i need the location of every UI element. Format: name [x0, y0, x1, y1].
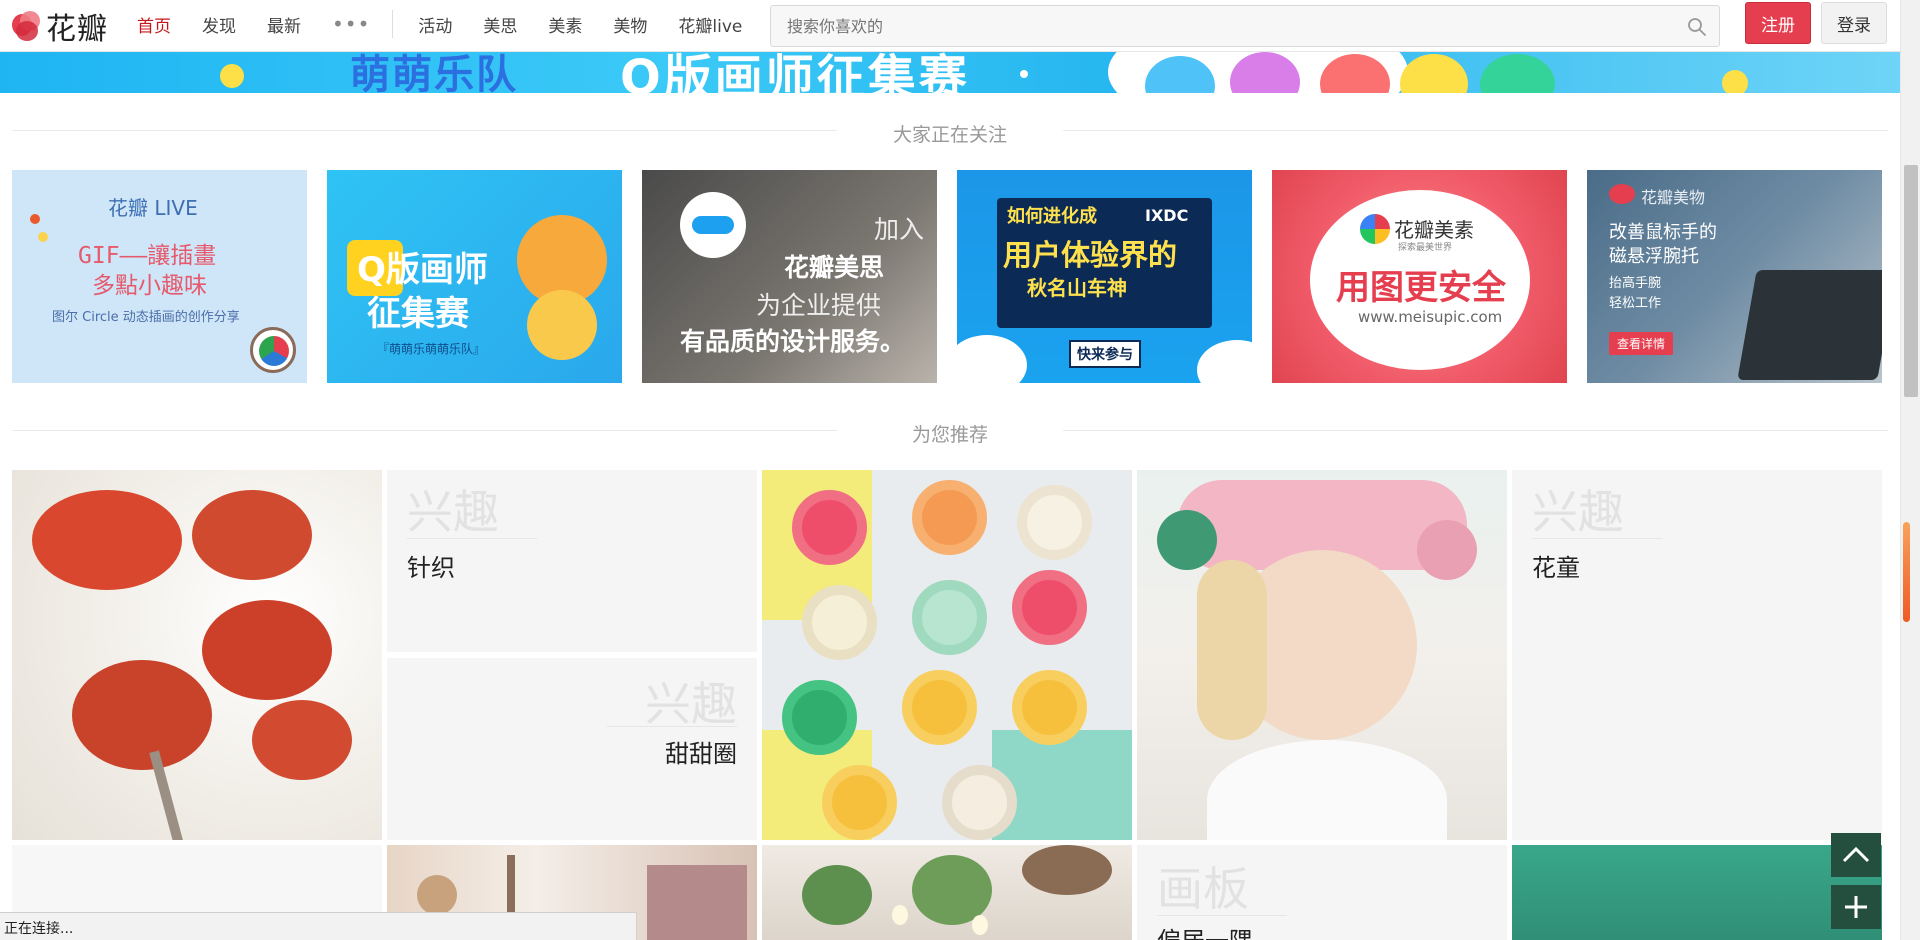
- pin-image-teal[interactable]: [1512, 845, 1882, 940]
- vertical-scrollbar[interactable]: [1900, 0, 1920, 940]
- petal-logo-icon: [10, 11, 42, 41]
- nav-link-meisi[interactable]: 美思: [483, 12, 517, 37]
- main-nav: 首页 发现 最新 ••• 活动 美思 美素 美物 花瓣live: [137, 0, 773, 48]
- interest-tag-donut[interactable]: 兴趣 甜甜圈: [387, 658, 757, 840]
- avatar: [250, 327, 296, 373]
- more-menu-icon[interactable]: •••: [332, 12, 370, 36]
- search-box: [770, 5, 1720, 47]
- pin-image-donuts[interactable]: [762, 470, 1132, 840]
- huaban-homepage: 花瓣 首页 发现 最新 ••• 活动 美思 美素 美物 花瓣live 注册 登录: [0, 0, 1920, 940]
- back-to-top-button[interactable]: [1831, 833, 1881, 877]
- search-input[interactable]: [771, 6, 1651, 46]
- nav-link-activity[interactable]: 活动: [418, 12, 452, 37]
- nav-link-meiwu[interactable]: 美物: [613, 12, 647, 37]
- nav-divider: [392, 10, 394, 38]
- featured-board-live[interactable]: 花瓣 LIVE GIF——讓插畫 多點小趣味 图尔 Circle 动态插画的创作…: [12, 170, 307, 383]
- interest-tag-flower-girl[interactable]: 兴趣 花童: [1512, 470, 1882, 840]
- featured-board-meisi[interactable]: 加入 花瓣美思 为企业提供 有品质的设计服务。: [642, 170, 937, 383]
- tag-kicker: 兴趣: [407, 485, 499, 539]
- tag-kicker: 画板: [1157, 862, 1249, 916]
- nav-link-home[interactable]: 首页: [137, 12, 171, 37]
- pin-image-flower-girl[interactable]: [1137, 470, 1507, 840]
- add-pin-button[interactable]: [1831, 885, 1881, 929]
- featured-board-qban[interactable]: Q版画师 征集赛 『萌萌乐萌萌乐队』: [327, 170, 622, 383]
- nav-link-live[interactable]: 花瓣live: [678, 12, 742, 37]
- browser-status-bar: 正在连接...: [0, 912, 637, 940]
- nav-link-latest[interactable]: 最新: [267, 12, 301, 37]
- interest-tag-knitting[interactable]: 兴趣 针织: [387, 470, 757, 652]
- featured-board-ixdc[interactable]: 如何进化成 IXDC 用户体验界的 秋名山车神 快来参与: [957, 170, 1252, 383]
- scrollbar-thumb[interactable]: [1904, 165, 1918, 397]
- site-logo[interactable]: 花瓣: [10, 7, 108, 47]
- logo-text: 花瓣: [46, 12, 108, 47]
- register-button[interactable]: 注册: [1745, 2, 1811, 44]
- tag-kicker: 兴趣: [1532, 485, 1624, 539]
- top-banner[interactable]: 萌萌乐队 Q版画师征集赛: [0, 52, 1900, 93]
- banner-text-left: 萌萌乐队: [350, 52, 518, 93]
- page-progress-indicator: [1903, 522, 1910, 622]
- featured-board-meisu[interactable]: 花瓣美素 探索最美世界 用图更安全 www.meisupic.com: [1272, 170, 1567, 383]
- featured-section-title: 大家正在关注: [12, 120, 1888, 146]
- pin-image-plants[interactable]: [762, 845, 1132, 940]
- tag-kicker: 兴趣: [645, 677, 737, 731]
- chevron-up-icon: [1842, 846, 1870, 863]
- board-tag-corner[interactable]: 画板 偏居一隅: [1137, 845, 1507, 940]
- top-navigation-bar: 花瓣 首页 发现 最新 ••• 活动 美思 美素 美物 花瓣live 注册 登录: [0, 0, 1900, 52]
- tag-name: 花童: [1532, 554, 1580, 582]
- nav-link-meisu[interactable]: 美素: [548, 12, 582, 37]
- featured-boards: 花瓣 LIVE GIF——讓插畫 多點小趣味 图尔 Circle 动态插画的创作…: [12, 170, 1884, 383]
- tag-name: 针织: [407, 554, 455, 582]
- pin-image-mushrooms[interactable]: [12, 470, 382, 840]
- nav-link-discover[interactable]: 发现: [202, 12, 236, 37]
- featured-board-meiwu[interactable]: 花瓣美物 改善鼠标手的 磁悬浮腕托 抬高手腕 轻松工作 查看详情: [1587, 170, 1882, 383]
- banner-text-right: Q版画师征集赛: [620, 52, 970, 93]
- login-button[interactable]: 登录: [1821, 2, 1887, 44]
- search-icon[interactable]: [1687, 17, 1707, 37]
- recommend-section-title: 为您推荐: [12, 420, 1888, 446]
- tag-name: 偏居一隅: [1157, 921, 1253, 940]
- plus-icon: [1845, 896, 1867, 918]
- tag-name: 甜甜圈: [665, 740, 737, 768]
